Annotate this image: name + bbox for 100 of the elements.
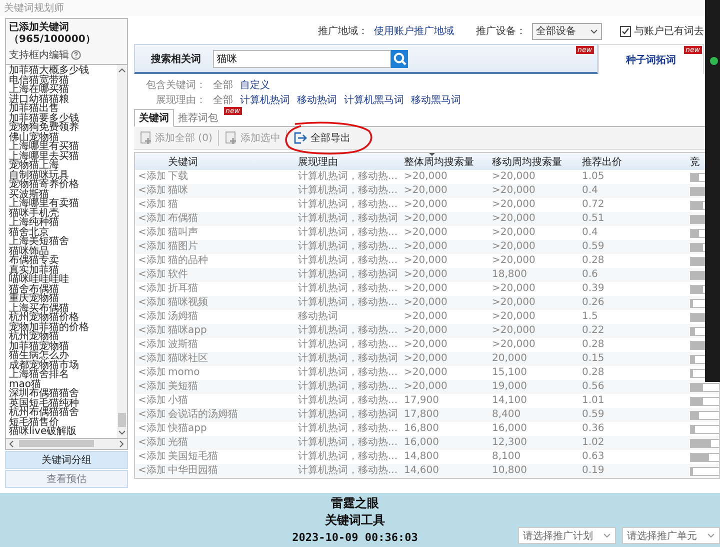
add-link[interactable]: <添加 [138, 311, 165, 322]
filter-option[interactable]: 全部 [213, 78, 233, 92]
keyword-item[interactable]: 短毛猫售价 [9, 418, 114, 427]
region-link[interactable]: 使用账户推广地域 [374, 24, 454, 38]
keyword-item[interactable]: 电信猫宽带猫 [9, 76, 114, 85]
table-cell: 小猫 [168, 395, 188, 406]
caption-text: 2023-10-09 00:36:03 [292, 530, 418, 544]
table-cell: 12,300 [492, 437, 527, 448]
device-select[interactable]: 全部设备 [532, 22, 602, 40]
add-document-icon [140, 131, 152, 145]
keyword-item[interactable]: 宠物加菲猫的价格 [9, 322, 114, 332]
filter-option[interactable]: 自定义 [240, 78, 270, 92]
keyword-item[interactable]: 宠物猫上海 [9, 161, 114, 170]
add-link[interactable]: <添加 [138, 283, 165, 294]
scroll-thumb[interactable] [118, 412, 126, 426]
add-link[interactable]: <添加 [138, 367, 165, 378]
filter-option[interactable]: 移动热词 [297, 92, 337, 106]
keyword-item[interactable]: 上海买布偶猫 [9, 304, 114, 313]
table-cell: >20,000 [492, 339, 536, 350]
table-cell: 猫咪 [168, 185, 188, 196]
checkbox[interactable] [620, 26, 631, 36]
keyword-item[interactable]: 上海哪里去买猫 [9, 152, 114, 161]
add-link[interactable]: <添加 [138, 199, 165, 210]
plan-select[interactable]: 请选择推广计划 [518, 527, 616, 544]
device-label: 推广设备： [476, 24, 526, 38]
table-cell: 计算机热词，移动热... [298, 437, 398, 448]
table-cell: 计算机热词，移动热... [298, 339, 398, 350]
keyword-item[interactable]: 上海哪里有卖猫 [9, 199, 114, 208]
add-link[interactable]: <添加 [138, 227, 165, 238]
keyword-item[interactable]: 真实加菲猫 [9, 266, 114, 275]
add-link[interactable]: <添加 [138, 339, 165, 350]
add-link[interactable]: <添加 [138, 255, 165, 266]
keyword-item[interactable]: 深圳布偶猫猫舍 [9, 389, 114, 398]
keyword-item[interactable]: 宠物猫寄养价格 [9, 180, 114, 190]
keyword-item[interactable]: 上海美短猫舍 [9, 237, 114, 246]
add-link[interactable]: <添加 [138, 423, 165, 434]
filter-option[interactable]: 全部 [213, 92, 233, 106]
table-cell: 14,800 [404, 451, 439, 462]
window-title: 关键词规划师 [4, 2, 64, 15]
search-field[interactable]: 猫咪 [213, 50, 391, 68]
keyword-item[interactable]: 加菲猫要多少钱 [9, 114, 114, 123]
keyword-item[interactable]: 买波斯猫 [9, 190, 114, 199]
search-button[interactable] [391, 50, 408, 68]
keyword-item[interactable]: 佛山宠物猫 [9, 132, 114, 142]
tab[interactable]: 关键词 [134, 109, 174, 127]
keyword-item[interactable]: 自制猫咪玩具 [9, 170, 114, 180]
keyword-item[interactable]: 杭州宠物猫 [9, 332, 114, 342]
add-document-icon [225, 131, 238, 145]
keyword-item[interactable]: 上海哪里有买猫 [9, 142, 114, 152]
keyword-item[interactable]: 加菲猫大概多少钱 [9, 66, 114, 76]
keyword-item[interactable]: 猫舍北京 [9, 228, 114, 237]
table-cell: >20,000 [404, 353, 448, 364]
keyword-item[interactable]: 喵咪哇哇哇哇 [9, 275, 114, 284]
keyword-item[interactable]: 重庆宠物猫 [9, 294, 114, 304]
keyword-item[interactable]: 猫咪live破解版 [9, 427, 114, 436]
keyword-item[interactable]: mao猫 [9, 380, 114, 389]
keyword-item[interactable]: 宠物狗免费领养 [9, 123, 114, 132]
keyword-item[interactable]: 上海纯种猫 [9, 218, 114, 228]
filter-option[interactable]: 移动黑马词 [411, 92, 461, 106]
add-link[interactable]: <添加 [138, 451, 165, 462]
keyword-item[interactable]: 猫舍布偶猫 [9, 284, 114, 294]
vertical-scrollbar[interactable] [117, 65, 127, 438]
table-cell: 猫叫声 [168, 227, 198, 238]
keyword-item[interactable]: 加菲猫出售 [9, 104, 114, 114]
filter-option[interactable]: 计算机黑马词 [344, 92, 404, 106]
keyword-item[interactable]: 上海猫舍排名 [9, 370, 114, 380]
keyword-item[interactable]: 加菲猫宠物猫 [9, 342, 114, 351]
panel-button[interactable]: 关键词分组 [5, 450, 128, 468]
table-cell: 计算机热词，移动热... [298, 381, 398, 392]
status-dot-icon [710, 57, 718, 65]
table-cell: 0.4 [582, 227, 598, 238]
horizontal-scrollbar[interactable] [5, 438, 128, 450]
scroll-left-icon [8, 440, 15, 448]
keyword-item[interactable]: 进口幼猫猫粮 [9, 94, 114, 104]
keyword-item[interactable]: 猫生病怎么办 [9, 351, 114, 360]
table-cell: 17,800 [404, 409, 439, 420]
table-cell: 16,000 [404, 437, 439, 448]
add-link[interactable]: <添加 [138, 171, 165, 182]
table-cell: 19,000 [492, 381, 527, 392]
table-cell: 0.15 [582, 353, 604, 364]
keyword-item[interactable]: 猫咪饰品 [9, 246, 114, 256]
table-cell: 计算机热词，移动热... [298, 423, 398, 434]
keyword-item[interactable]: 布偶猫专卖 [9, 256, 114, 266]
filter-label: 展现理由： [155, 94, 206, 106]
add-link[interactable]: <添加 [138, 395, 165, 406]
keyword-item[interactable]: 猫咪手机壳 [9, 208, 114, 218]
keyword-item[interactable]: 杭州宠物猫价格 [9, 313, 114, 322]
keyword-item[interactable]: 英国短毛猫纯种 [9, 398, 114, 408]
caption-text: 雷霆之眼 [331, 496, 379, 510]
keyword-item[interactable]: 成都宠物猫市场 [9, 360, 114, 370]
keyword-item[interactable]: 杭州布偶猫猫舍 [9, 408, 114, 418]
table-cell: 8,100 [492, 451, 521, 462]
toolbar-button[interactable]: 全部导出 [287, 129, 356, 147]
plan-select[interactable]: 请选择推广单元 [622, 527, 720, 544]
filter-option[interactable]: 计算机热词 [240, 92, 290, 106]
scroll-thumb[interactable] [19, 440, 94, 447]
column-header[interactable]: 关键词 [168, 156, 198, 168]
table-cell: 猫图片 [168, 241, 198, 252]
keyword-item[interactable]: 上海在哪买猫 [9, 85, 114, 94]
table-cell: 猫咪app [168, 325, 207, 336]
